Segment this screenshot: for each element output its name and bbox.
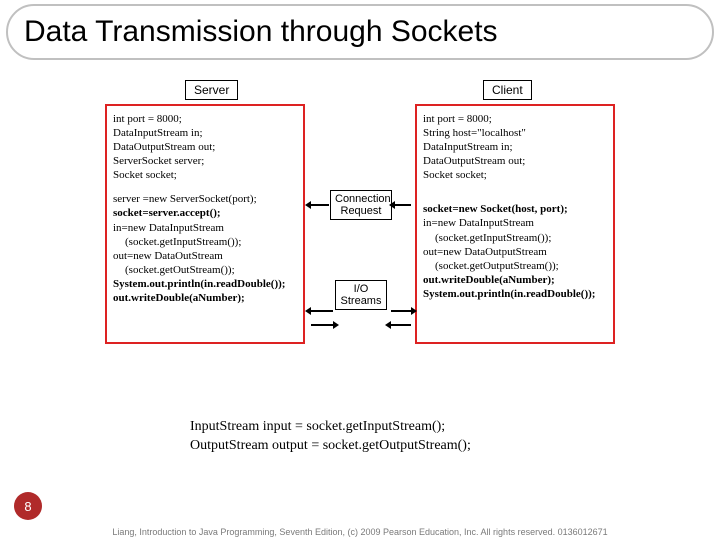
io-streams-label: I/OStreams [335,280,387,310]
code-line: DataInputStream in; [423,140,607,154]
code-line: out.writeDouble(aNumber); [423,273,607,287]
client-label-box: Client [483,80,532,100]
code-line: (socket.getOutStream()); [113,263,297,277]
snippet-line-1: InputStream input = socket.getInputStrea… [190,418,471,437]
arrow-client-to-io [391,324,411,326]
code-line: Socket socket; [423,168,607,182]
code-line: socket=new Socket(host, port); [423,202,607,216]
arrow-io-to-client-1 [391,310,411,312]
code-snippet: InputStream input = socket.getInputStrea… [190,418,471,456]
snippet-line-2: OutputStream output = socket.getOutputSt… [190,437,471,456]
arrow-server-to-io [311,324,333,326]
client-code-box: int port = 8000;String host="localhost"D… [415,104,615,344]
code-line: String host="localhost" [423,126,607,140]
code-line: System.out.println(in.readDouble()); [423,287,607,301]
arrow-client-to-conn [395,204,411,206]
code-line: (socket.getInputStream()); [423,231,607,245]
server-code-box: int port = 8000;DataInputStream in;DataO… [105,104,305,344]
code-line: (socket.getInputStream()); [113,235,297,249]
code-line: System.out.println(in.readDouble()); [113,277,297,291]
code-line: in=new DataInputStream [423,216,607,230]
connection-request-label: ConnectionRequest [330,190,392,220]
server-label-box: Server [185,80,238,100]
code-line: DataInputStream in; [113,126,297,140]
arrow-io-to-server-1 [311,310,333,312]
code-line: in=new DataInputStream [113,221,297,235]
page-number: 8 [24,499,31,514]
code-line: DataOutputStream out; [113,140,297,154]
code-line: out=new DataOutStream [113,249,297,263]
code-line: server =new ServerSocket(port); [113,192,297,206]
code-line: DataOutputStream out; [423,154,607,168]
code-line: (socket.getOutputStream()); [423,259,607,273]
title-container: Data Transmission through Sockets [6,4,714,60]
code-line: out=new DataOutputStream [423,245,607,259]
code-line: socket=server.accept(); [113,206,297,220]
code-line: int port = 8000; [423,112,607,126]
slide: Data Transmission through Sockets Server… [0,0,720,540]
footer-text: Liang, Introduction to Java Programming,… [0,528,720,538]
page-number-badge: 8 [14,492,42,520]
slide-title: Data Transmission through Sockets [24,15,498,49]
code-line: ServerSocket server; [113,154,297,168]
diagram: Server Client int port = 8000;DataInputS… [105,80,625,400]
code-line: int port = 8000; [113,112,297,126]
code-line: out.writeDouble(aNumber); [113,291,297,305]
arrow-conn-to-server [311,204,329,206]
code-line: Socket socket; [113,168,297,182]
